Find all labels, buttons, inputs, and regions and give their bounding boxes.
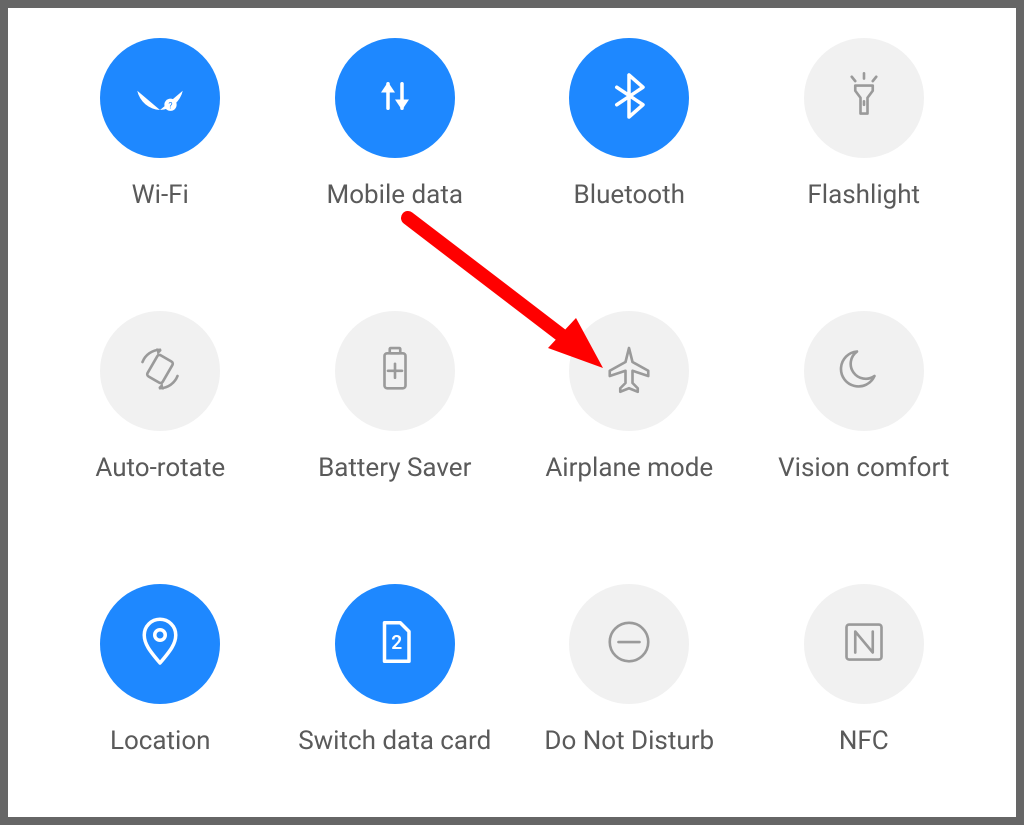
wifi-label: Wi-Fi [132,180,189,210]
bluetooth-icon [601,68,657,128]
do-not-disturb-toggle[interactable] [569,584,689,704]
svg-text:?: ? [169,101,173,111]
battery-saver-toggle[interactable] [335,311,455,431]
mobile-data-toggle[interactable] [335,38,455,158]
bluetooth-label: Bluetooth [574,180,685,210]
switch-data-card-label: Switch data card [298,726,491,756]
data-arrows-icon [367,68,423,128]
tile-mobile-data: Mobile data [283,38,508,251]
tile-auto-rotate: Auto-rotate [48,311,273,524]
vision-comfort-toggle[interactable] [804,311,924,431]
switch-data-card-toggle[interactable]: 2 [335,584,455,704]
wifi-icon: ? [132,68,188,128]
tile-airplane-mode: Airplane mode [517,311,742,524]
tile-bluetooth: Bluetooth [517,38,742,251]
auto-rotate-toggle[interactable] [100,311,220,431]
moon-icon [836,341,892,401]
tile-switch-data-card: 2 Switch data card [283,584,508,797]
do-not-disturb-label: Do Not Disturb [544,726,714,756]
flashlight-toggle[interactable] [804,38,924,158]
quick-settings-grid: ? Wi-Fi Mobile data Bluetooth [8,8,1016,817]
vision-comfort-label: Vision comfort [778,453,949,483]
sim-number: 2 [391,631,402,654]
airplane-mode-label: Airplane mode [545,453,713,483]
nfc-icon [836,614,892,674]
airplane-icon [601,341,657,401]
tile-wifi: ? Wi-Fi [48,38,273,251]
wifi-toggle[interactable]: ? [100,38,220,158]
quick-settings-screenshot: ? Wi-Fi Mobile data Bluetooth [0,0,1024,825]
location-pin-icon [132,614,188,674]
auto-rotate-label: Auto-rotate [95,453,225,483]
location-label: Location [110,726,211,756]
tile-location: Location [48,584,273,797]
tile-flashlight: Flashlight [752,38,977,251]
mobile-data-label: Mobile data [327,180,463,210]
nfc-toggle[interactable] [804,584,924,704]
battery-saver-label: Battery Saver [318,453,471,483]
tile-battery-saver: Battery Saver [283,311,508,524]
battery-plus-icon [367,341,423,401]
nfc-label: NFC [839,726,889,756]
sim-card-icon: 2 [367,614,423,674]
tile-vision-comfort: Vision comfort [752,311,977,524]
location-toggle[interactable] [100,584,220,704]
flashlight-icon [836,68,892,128]
flashlight-label: Flashlight [807,180,920,210]
dnd-icon [601,614,657,674]
bluetooth-toggle[interactable] [569,38,689,158]
rotate-icon [132,341,188,401]
airplane-mode-toggle[interactable] [569,311,689,431]
tile-do-not-disturb: Do Not Disturb [517,584,742,797]
tile-nfc: NFC [752,584,977,797]
